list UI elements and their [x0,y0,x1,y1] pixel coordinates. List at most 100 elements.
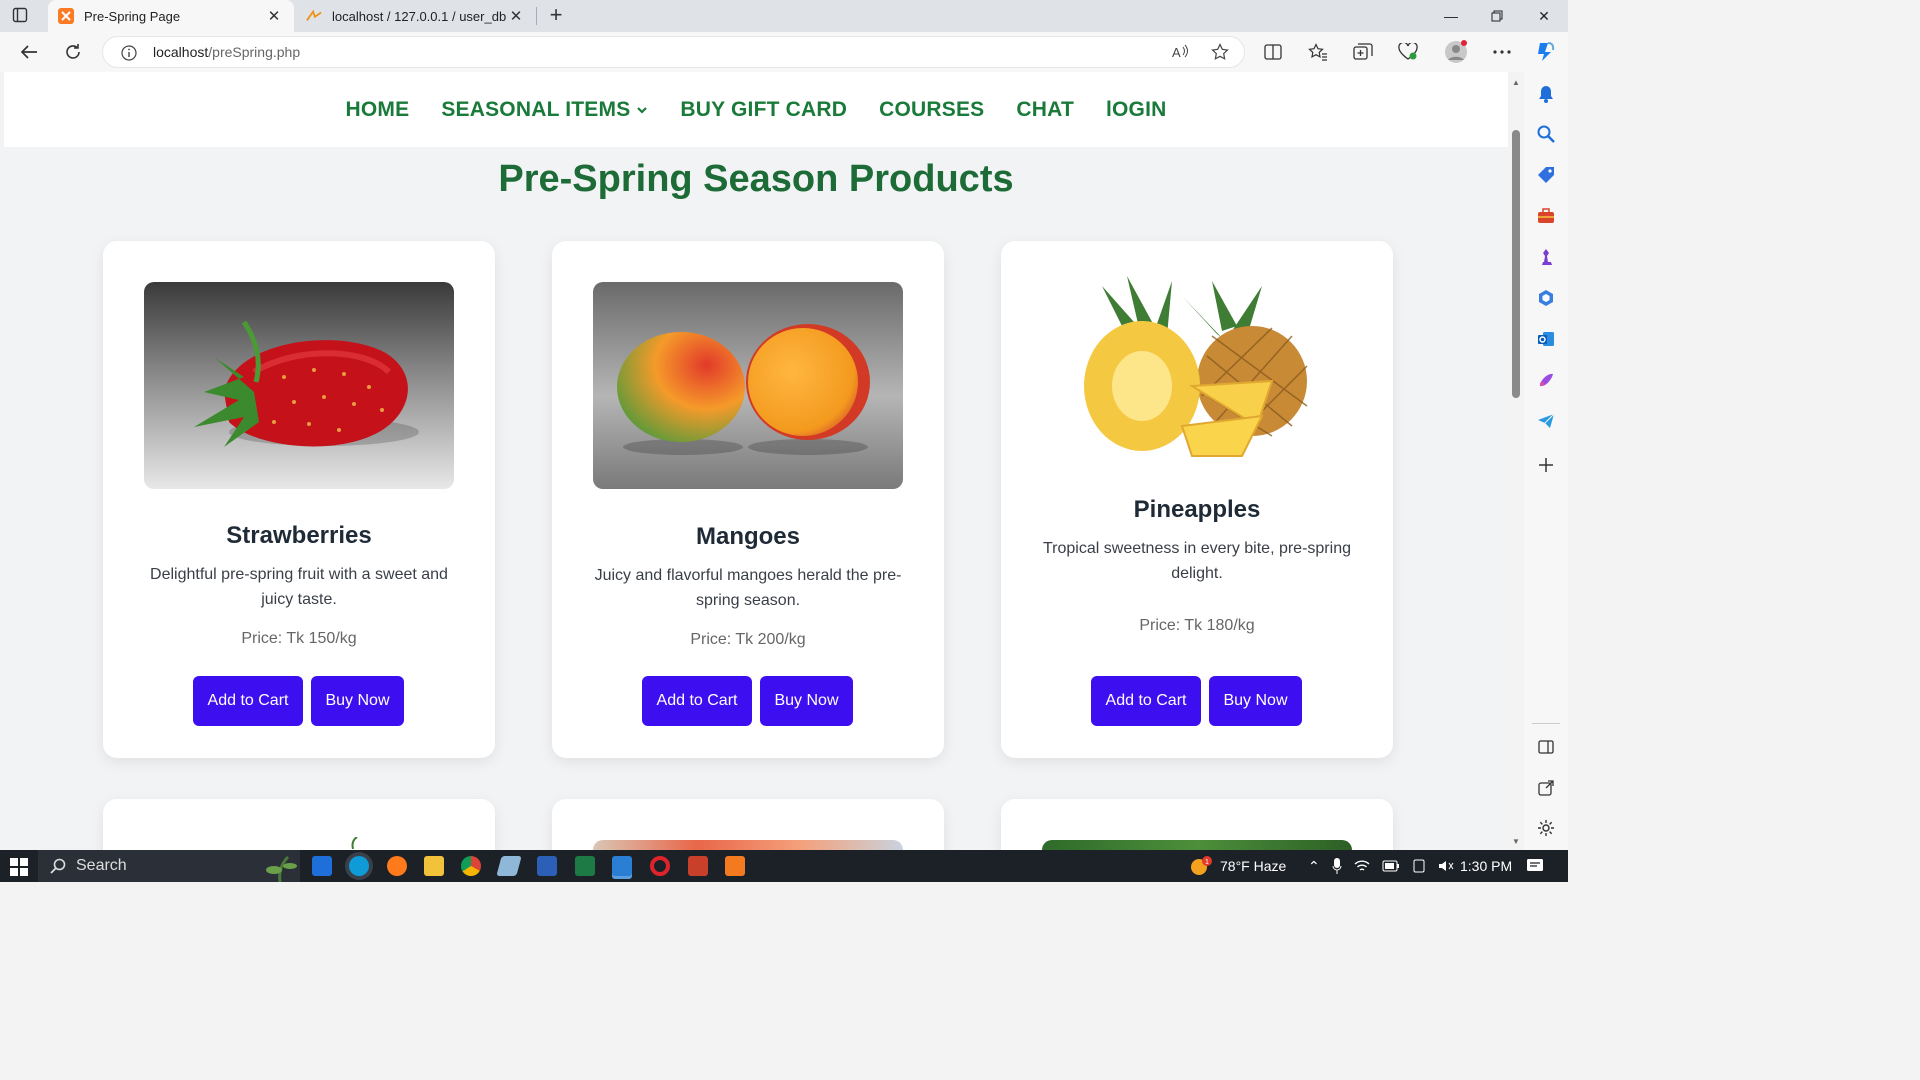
battery-icon[interactable] [1382,860,1400,872]
file-explorer-app-icon[interactable] [424,856,444,876]
nav-chat[interactable]: CHAT [1016,98,1074,122]
tab-title: Pre-Spring Page [84,8,181,24]
nav-seasonal-items[interactable]: SEASONAL ITEMS [441,98,648,122]
weather-sun-icon: 1 [1191,856,1212,875]
external-link-icon[interactable] [1536,778,1556,798]
notifications-bell-icon[interactable] [1536,84,1556,104]
back-icon[interactable] [16,40,42,64]
search-highlight-icon [266,855,297,882]
send-telegram-icon[interactable] [1536,411,1556,431]
weather-widget[interactable]: 1 78°F Haze [1188,850,1286,882]
buy-now-button[interactable]: Buy Now [1209,676,1302,726]
device-icon[interactable] [1412,859,1426,873]
copilot-icon[interactable] [1533,40,1557,64]
nav-login[interactable]: lOGIN [1106,98,1167,122]
url-path: /preSpring.php [208,44,301,60]
favorites-icon[interactable] [1306,40,1330,64]
firefox-app-icon[interactable] [387,856,407,876]
plant-image [351,837,358,849]
site-info-icon[interactable] [121,45,137,66]
tab-phpmyadmin[interactable]: localhost / 127.0.0.1 / user_db / u ✕ [296,0,536,32]
refresh-icon[interactable] [60,40,86,64]
add-to-cart-button[interactable]: Add to Cart [1091,676,1201,726]
shopping-tag-icon[interactable] [1536,165,1556,185]
product-card-partial [103,799,495,850]
nav-home[interactable]: HOME [346,98,410,122]
sidebar-panel-icon[interactable] [1536,737,1556,757]
product-image-partial [1042,840,1352,850]
settings-gear-icon[interactable] [1536,818,1556,838]
clock-time: 1:30 PM [1460,858,1513,874]
close-window-icon[interactable]: ✕ [1521,0,1567,32]
mail-app-icon[interactable] [312,856,332,876]
scroll-down-icon[interactable]: ▼ [1512,837,1520,846]
product-card-strawberries: Strawberries Delightful pre-spring fruit… [103,241,495,758]
read-aloud-icon[interactable]: A [1171,43,1189,66]
add-to-cart-button[interactable]: Add to Cart [642,676,752,726]
product-card-pineapples: Pineapples Tropical sweetness in every b… [1001,241,1393,758]
profile-avatar-icon[interactable] [1444,40,1468,64]
wifi-icon[interactable] [1354,859,1370,873]
games-chess-icon[interactable] [1536,247,1556,267]
buy-now-button[interactable]: Buy Now [760,676,853,726]
add-to-cart-button[interactable]: Add to Cart [193,676,303,726]
designer-icon[interactable] [1536,370,1556,390]
nav-buy-gift-card[interactable]: BUY GIFT CARD [680,98,847,122]
product-name: Strawberries [226,522,372,549]
microsoft-365-icon[interactable] [1536,288,1556,308]
scrollbar-thumb[interactable] [1512,130,1520,398]
favorite-star-icon[interactable] [1211,43,1229,66]
vscode-app-icon[interactable] [612,856,632,876]
excel-app-icon[interactable] [575,856,595,876]
xampp-app-icon[interactable] [725,856,745,876]
powerpoint-app-icon[interactable] [688,856,708,876]
tools-briefcase-icon[interactable] [1536,206,1556,226]
new-tab-icon[interactable]: + [545,4,567,26]
tab-pre-spring[interactable]: Pre-Spring Page ✕ [48,0,294,32]
tab-actions-icon[interactable] [12,7,36,25]
microphone-icon[interactable] [1332,858,1342,874]
nav-label: lOGIN [1105,97,1167,121]
product-description: Tropical sweetness in every bite, pre-sp… [1043,540,1351,582]
tab-close-icon[interactable]: ✕ [264,7,284,25]
more-menu-icon[interactable] [1490,40,1514,64]
product-name: Mangoes [695,523,800,550]
product-description: Delightful pre-spring fruit with a sweet… [150,566,448,608]
add-sidebar-app-icon[interactable] [1536,455,1556,475]
nav-courses[interactable]: COURSES [879,98,984,122]
restore-icon[interactable] [1474,0,1520,32]
search-icon[interactable] [1536,124,1556,144]
collections-icon[interactable] [1351,40,1375,64]
browser-essentials-icon[interactable] [1396,40,1420,64]
chrome-app-icon[interactable] [461,856,481,876]
minimize-icon[interactable]: — [1428,0,1474,32]
clock[interactable]: 1:30 PM [1460,850,1512,882]
nav-label: CHAT [1016,97,1074,121]
tab-title: localhost / 127.0.0.1 / user_db / u [332,8,506,24]
edge-app-icon[interactable] [349,856,369,876]
notification-center-icon[interactable] [1526,850,1544,882]
mango-image [593,282,903,489]
nav-label: COURSES [879,97,985,121]
product-card-partial [552,799,944,850]
windows-start-icon[interactable] [10,858,28,881]
notepad-app-icon[interactable] [496,856,522,876]
tab-close-icon[interactable]: ✕ [506,7,526,25]
scroll-up-icon[interactable]: ▲ [1512,78,1520,87]
chevron-down-icon [637,106,648,114]
word-app-icon[interactable] [537,856,557,876]
url-bar[interactable]: localhost/preSpring.php A [102,36,1245,68]
outlook-icon[interactable] [1536,329,1556,349]
opera-app-icon[interactable] [650,856,670,876]
product-card-partial [1001,799,1393,850]
product-price: Price: Tk 200/kg [690,631,806,648]
volume-muted-icon[interactable] [1438,859,1454,873]
tray-chevron-up-icon[interactable]: ⌃ [1308,858,1320,875]
buy-now-button[interactable]: Buy Now [311,676,404,726]
pineapple-image [1072,276,1322,466]
split-screen-icon[interactable] [1261,40,1285,64]
xampp-favicon-icon [58,8,74,24]
page-scrollbar[interactable]: ▲ ▼ [1508,72,1524,850]
site-navbar: HOME SEASONAL ITEMS BUY GIFT CARD COURSE… [4,72,1508,147]
taskbar-search-box[interactable]: Search [38,850,300,882]
